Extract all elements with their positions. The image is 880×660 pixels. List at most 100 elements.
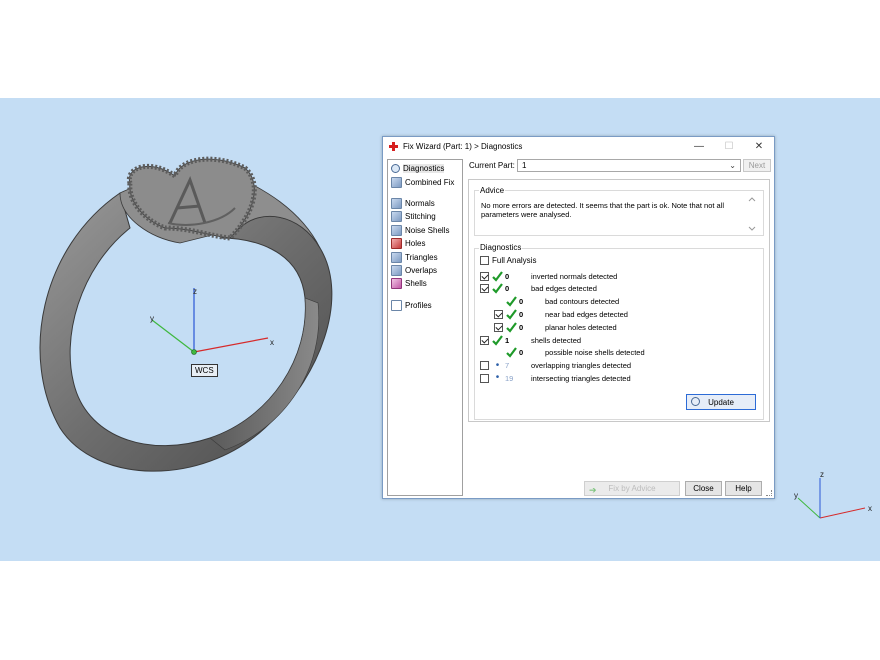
holes-icon bbox=[391, 238, 402, 250]
fix-wizard-dialog: Fix Wizard (Part: 1) > Diagnostics — ☐ ✕… bbox=[382, 136, 775, 499]
fix-by-advice-label: Fix by Advice bbox=[608, 484, 656, 493]
noise-shells-icon bbox=[391, 224, 402, 236]
diagnostic-checkbox[interactable] bbox=[480, 284, 489, 294]
red-cross-icon bbox=[389, 142, 398, 151]
nav-item-holes[interactable]: Holes bbox=[388, 237, 462, 250]
nav-item-shells[interactable]: Shells bbox=[388, 277, 462, 290]
green-check-icon bbox=[506, 322, 517, 333]
wcs-label: WCS bbox=[191, 364, 218, 377]
diagnostic-checkbox[interactable] bbox=[480, 335, 489, 345]
y-axis-label: y bbox=[150, 314, 154, 323]
diagnostic-row: 0 bad edges detected bbox=[480, 283, 597, 295]
current-part-select[interactable]: 1 ⌄ bbox=[517, 159, 741, 172]
full-analysis-checkbox[interactable] bbox=[480, 256, 489, 265]
nav-item-label: Profiles bbox=[405, 300, 432, 310]
shells-icon bbox=[391, 278, 402, 290]
nav-item-normals[interactable]: Normals bbox=[388, 197, 462, 210]
diagnostic-row: 0 near bad edges detected bbox=[494, 308, 628, 320]
nav-item-label: Noise Shells bbox=[405, 225, 450, 235]
full-analysis-option[interactable]: Full Analysis bbox=[480, 256, 536, 265]
diagnostic-count: 0 bbox=[505, 284, 510, 294]
diagnostics-title: Diagnostics bbox=[479, 243, 523, 252]
cube-icon bbox=[391, 176, 402, 188]
advice-title: Advice bbox=[479, 186, 506, 195]
advice-scrollbar[interactable] bbox=[747, 195, 757, 233]
diagnostic-label: inverted normals detected bbox=[531, 271, 618, 281]
document-icon bbox=[391, 299, 402, 311]
triad-y-label: y bbox=[794, 491, 798, 500]
diagnostic-count: 0 bbox=[519, 322, 524, 332]
nav-item-label: Combined Fix bbox=[405, 177, 455, 187]
nav-item-diagnostics[interactable]: Diagnostics bbox=[388, 162, 462, 175]
green-check-icon bbox=[492, 283, 503, 294]
close-window-button[interactable]: ✕ bbox=[744, 141, 774, 152]
nav-item-label: Triangles bbox=[405, 252, 438, 262]
diagnostic-row: • 19 intersecting triangles detected bbox=[480, 372, 631, 384]
dialog-title: Fix Wizard (Part: 1) > Diagnostics bbox=[403, 142, 523, 151]
diagnostic-row: 0 inverted normals detected bbox=[480, 270, 617, 282]
nav-item-noise-shells[interactable]: Noise Shells bbox=[388, 224, 462, 237]
close-button[interactable]: Close bbox=[685, 481, 722, 496]
next-button[interactable]: Next bbox=[743, 159, 771, 172]
green-check-icon bbox=[492, 334, 503, 346]
diagnostic-row: 0 bad contours detected bbox=[494, 296, 619, 308]
x-axis-label: x bbox=[270, 338, 274, 347]
stitching-icon bbox=[391, 211, 402, 223]
diagnostic-row: 0 planar holes detected bbox=[494, 321, 617, 333]
nav-item-combined-fix[interactable]: Combined Fix bbox=[388, 175, 462, 188]
diagnostic-count: 0 bbox=[505, 271, 510, 281]
orientation-triad: x y z bbox=[794, 470, 872, 519]
maximize-button[interactable]: ☐ bbox=[714, 141, 744, 152]
resize-grip[interactable] bbox=[766, 490, 772, 496]
diagnostic-checkbox[interactable] bbox=[480, 361, 489, 371]
triad-x-label: x bbox=[868, 504, 872, 513]
nav-item-label: Holes bbox=[405, 239, 426, 249]
nav-item-triangles[interactable]: Triangles bbox=[388, 250, 462, 263]
wizard-nav: Diagnostics Combined Fix Normals Stitchi… bbox=[387, 159, 463, 496]
green-check-icon bbox=[506, 296, 517, 307]
diagnostic-label: planar holes detected bbox=[545, 322, 617, 332]
diagnostic-count: 1 bbox=[505, 335, 510, 345]
help-button[interactable]: Help bbox=[725, 481, 762, 496]
nav-item-overlaps[interactable]: Overlaps bbox=[388, 264, 462, 277]
current-part-row: Current Part: 1 ⌄ bbox=[469, 159, 741, 172]
advice-text: No more errors are detected. It seems th… bbox=[481, 201, 725, 219]
diagnostic-label: bad contours detected bbox=[545, 297, 620, 307]
nav-item-profiles[interactable]: Profiles bbox=[388, 299, 462, 312]
chevron-down-icon: ⌄ bbox=[729, 161, 736, 170]
update-button[interactable]: Update bbox=[686, 394, 756, 410]
diagnostic-row: 1 shells detected bbox=[480, 334, 581, 346]
full-analysis-label: Full Analysis bbox=[492, 256, 537, 265]
magnifier-icon bbox=[691, 397, 700, 406]
diagnostic-checkbox[interactable] bbox=[480, 271, 489, 281]
magnifier-icon bbox=[391, 164, 400, 174]
dialog-titlebar[interactable]: Fix Wizard (Part: 1) > Diagnostics — ☐ ✕ bbox=[383, 137, 774, 156]
diagnostic-count: 0 bbox=[519, 297, 524, 307]
nav-item-label: Normals bbox=[405, 198, 435, 208]
diagnostic-label: intersecting triangles detected bbox=[531, 373, 631, 383]
diagnostic-checkbox[interactable] bbox=[480, 373, 489, 383]
green-check-icon bbox=[506, 309, 517, 320]
diagnostic-count: 7 bbox=[505, 361, 510, 371]
diagnostic-checkbox[interactable] bbox=[494, 322, 503, 332]
diagnostics-panel: Advice No more errors are detected. It s… bbox=[468, 179, 770, 422]
diagnostic-count: 0 bbox=[519, 309, 524, 319]
scroll-up-icon bbox=[748, 197, 756, 202]
diagnostic-count: 0 bbox=[519, 348, 524, 358]
nav-item-stitching[interactable]: Stitching bbox=[388, 210, 462, 223]
fix-by-advice-button[interactable]: ➔ Fix by Advice bbox=[584, 481, 680, 496]
diagnostic-label: shells detected bbox=[531, 335, 582, 345]
triangles-icon bbox=[391, 251, 402, 263]
diagnostic-checkbox[interactable] bbox=[494, 309, 503, 319]
normals-icon bbox=[391, 197, 402, 209]
diagnostic-count: 19 bbox=[505, 373, 514, 383]
nav-item-label: Stitching bbox=[405, 212, 436, 222]
nav-item-label: Overlaps bbox=[405, 265, 438, 275]
diagnostic-row: 0 possible noise shells detected bbox=[494, 347, 645, 359]
diagnostic-label: overlapping triangles detected bbox=[531, 361, 632, 371]
minimize-button[interactable]: — bbox=[684, 141, 714, 152]
nav-item-label: Diagnostics bbox=[403, 164, 445, 174]
overlaps-icon bbox=[391, 264, 402, 276]
nav-item-label: Shells bbox=[405, 279, 427, 289]
diagnostic-label: near bad edges detected bbox=[545, 309, 628, 319]
